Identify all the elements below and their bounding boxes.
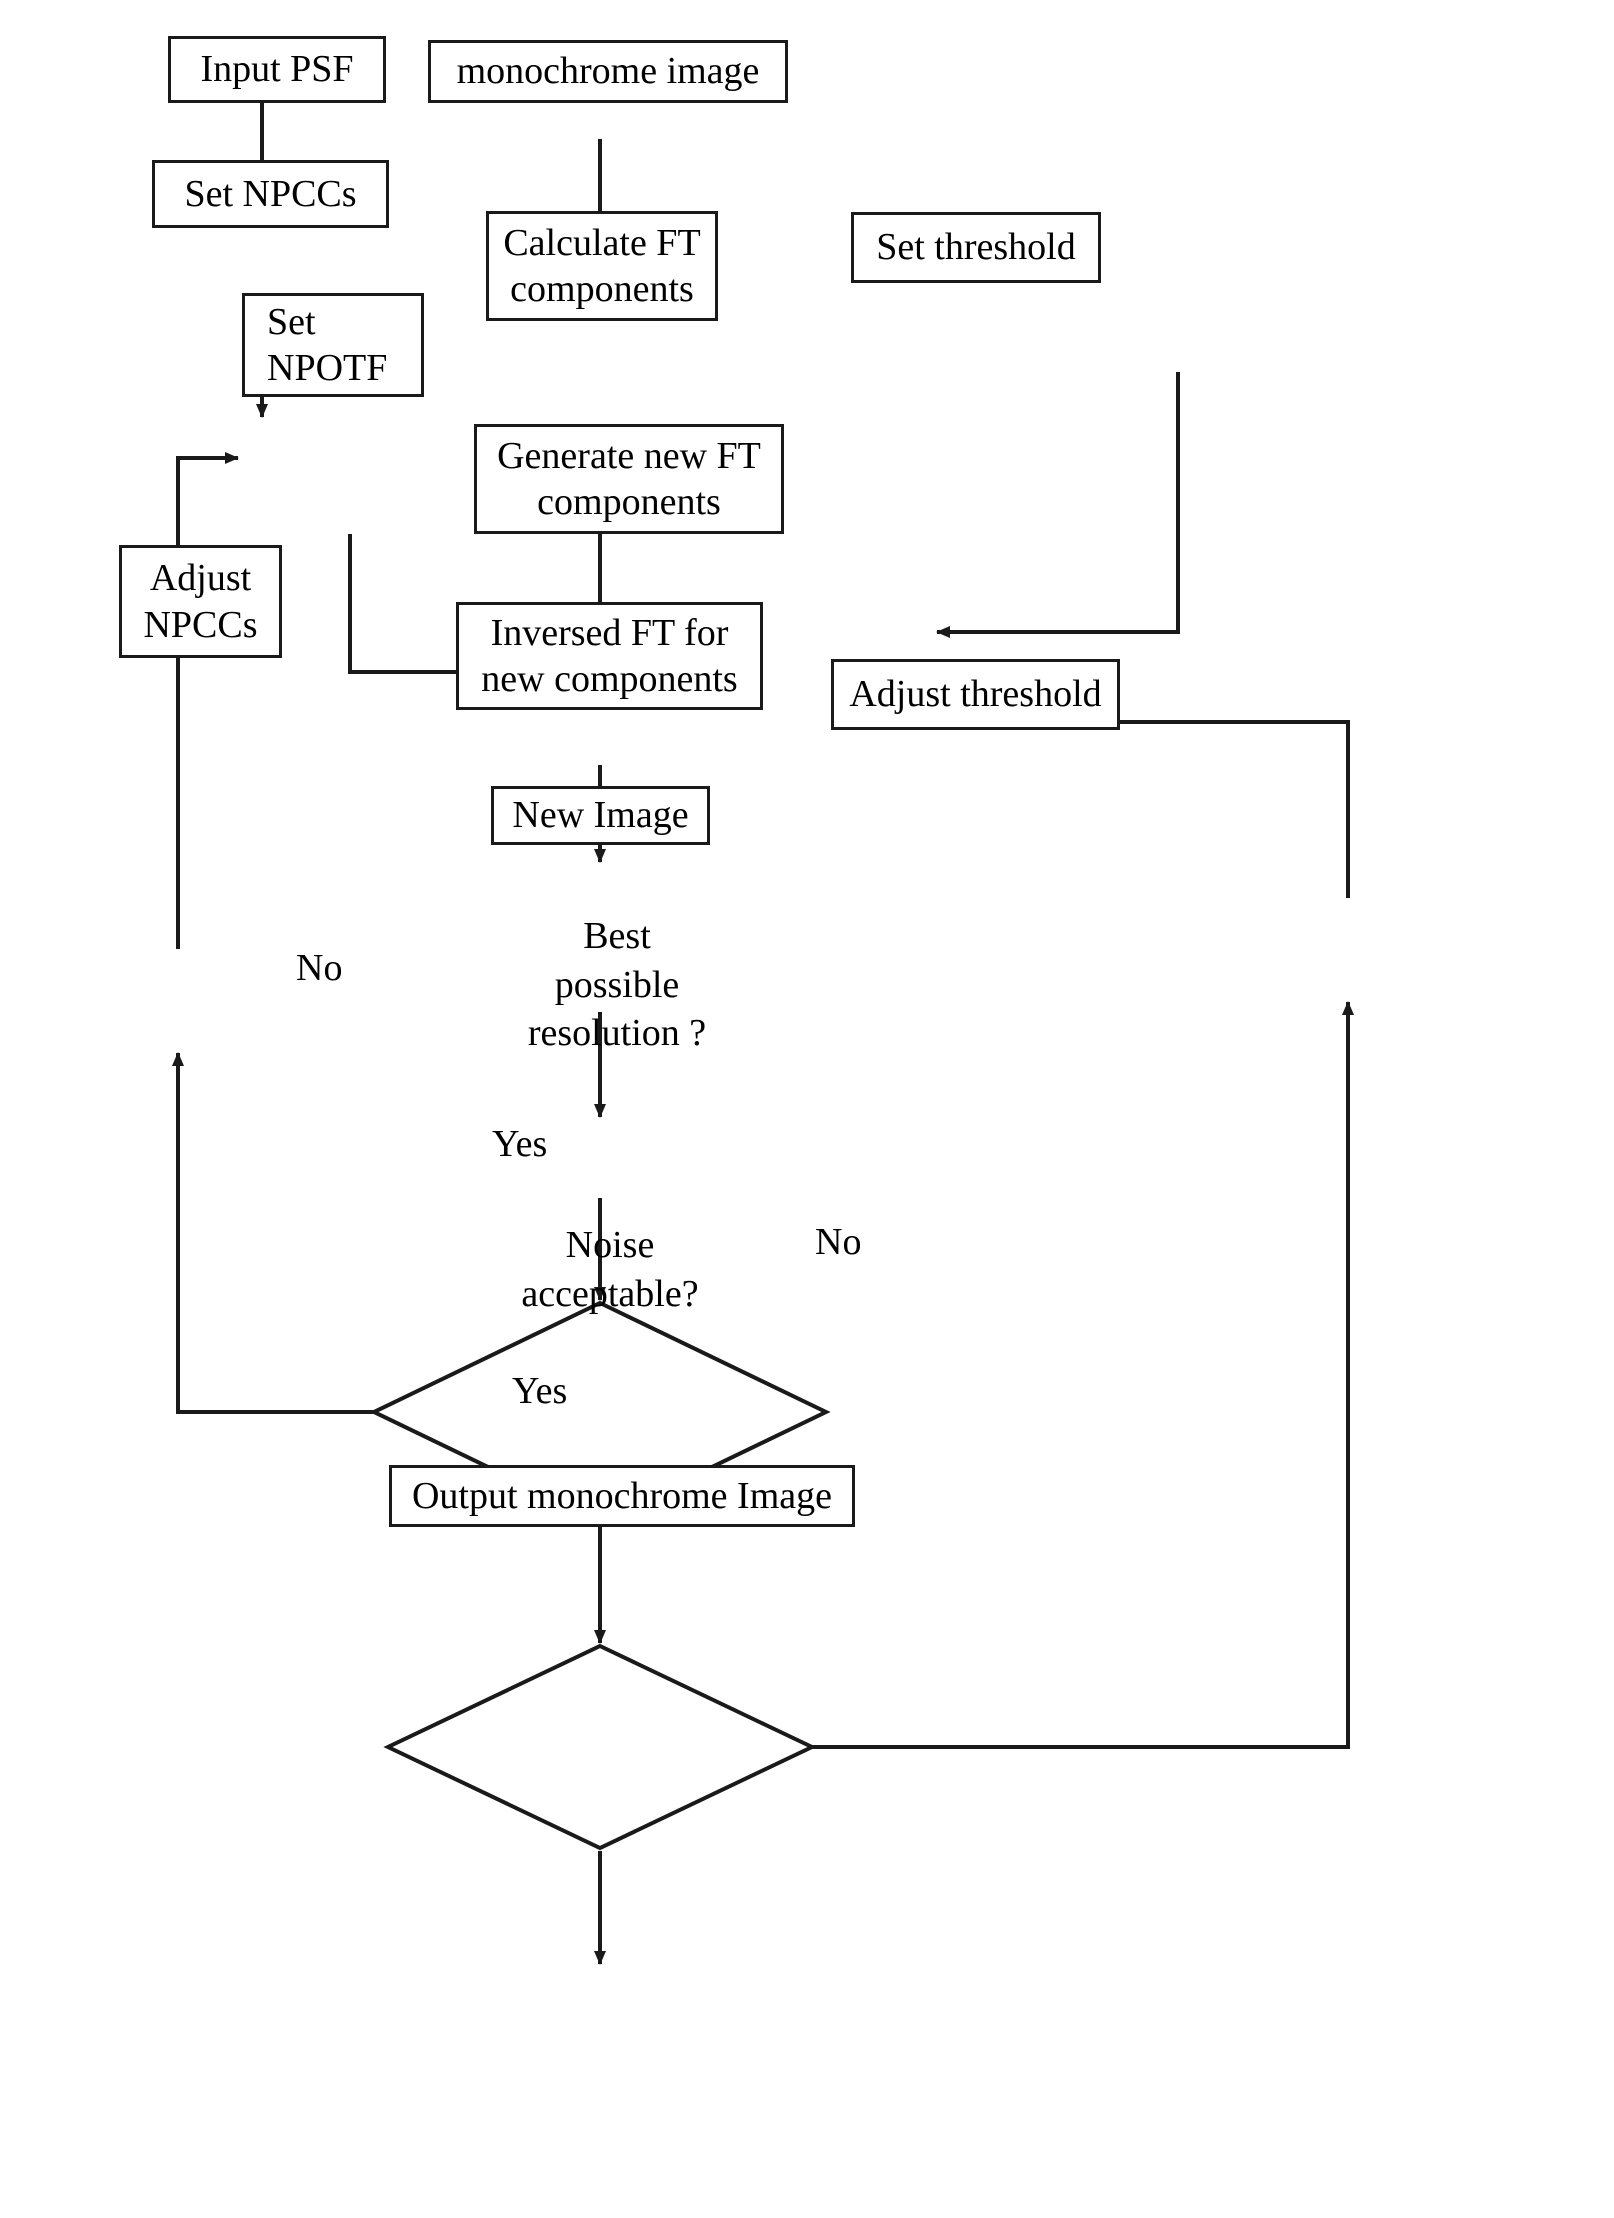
- edge-best-resolution-no-to-adjust-npccs: [172, 1052, 374, 1414]
- node-generate-new-ft[interactable]: Generate new FT components: [474, 424, 784, 534]
- node-set-threshold[interactable]: Set threshold: [851, 212, 1101, 283]
- node-adjust-threshold[interactable]: Adjust threshold: [831, 659, 1120, 730]
- node-adjust-npccs-label: Adjust NPCCs: [143, 557, 258, 646]
- node-generate-new-ft-label: Generate new FT components: [497, 434, 761, 523]
- node-output-image[interactable]: Output monochrome Image: [389, 1465, 855, 1527]
- node-inversed-ft[interactable]: Inversed FT for new components: [456, 602, 763, 710]
- node-monochrome-image-label: monochrome image: [456, 50, 760, 93]
- node-adjust-threshold-label: Adjust threshold: [849, 673, 1102, 716]
- node-monochrome-image[interactable]: monochrome image: [428, 40, 788, 103]
- node-set-npccs-label: Set NPCCs: [184, 172, 357, 215]
- node-input-psf[interactable]: Input PSF: [168, 36, 386, 103]
- node-set-threshold-label: Set threshold: [876, 226, 1076, 269]
- edge-adjust-npccs-to-set-npotf: [176, 452, 239, 949]
- node-input-psf-label: Input PSF: [200, 48, 354, 91]
- node-output-image-label: Output monochrome Image: [411, 1474, 832, 1517]
- node-new-image[interactable]: New Image: [491, 786, 710, 845]
- edge-noise-no-to-adjust-threshold: [812, 1001, 1354, 1749]
- node-calculate-ft[interactable]: Calculate FT components: [486, 211, 718, 321]
- edge-set-threshold-to-generate-new-ft: [936, 372, 1180, 638]
- node-set-npotf[interactable]: Set NPOTF: [242, 293, 424, 397]
- edge-label-no-noise: No: [815, 1221, 862, 1263]
- edge-adjust-threshold-to-generate-new-ft: [936, 716, 1350, 898]
- edge-label-no-resolution: No: [296, 947, 343, 989]
- edge-label-yes-noise: Yes: [512, 1370, 568, 1412]
- node-adjust-npccs[interactable]: Adjust NPCCs: [119, 545, 282, 658]
- edge-label-yes-resolution: Yes: [492, 1123, 548, 1165]
- node-new-image-label: New Image: [512, 794, 689, 837]
- node-set-npccs[interactable]: Set NPCCs: [152, 160, 389, 228]
- node-set-npotf-label: Set NPOTF: [267, 300, 388, 389]
- diamond-noise-acceptable-shape: [383, 1643, 817, 1851]
- node-calculate-ft-label: Calculate FT components: [503, 221, 701, 310]
- flowchart-canvas: Input PSF monochrome image Set NPCCs Cal…: [0, 0, 1614, 2218]
- node-inversed-ft-label: Inversed FT for new components: [481, 611, 738, 700]
